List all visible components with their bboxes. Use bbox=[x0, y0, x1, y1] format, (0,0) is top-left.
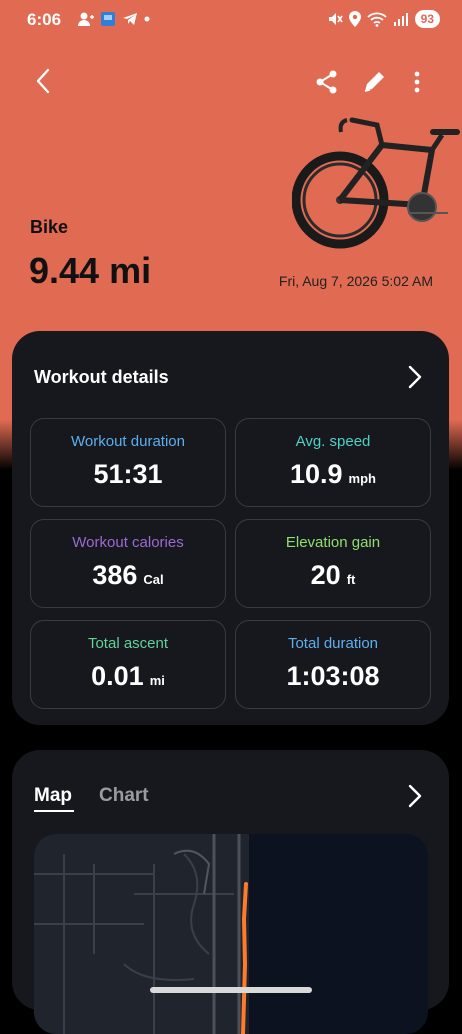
sport-type: Bike bbox=[30, 217, 69, 237]
telegram-icon bbox=[123, 13, 137, 25]
route-card: Map Chart bbox=[12, 750, 449, 1034]
tile-label: Elevation gain bbox=[285, 534, 381, 551]
chevron-right-icon[interactable] bbox=[405, 782, 425, 810]
tile-value: 0.01 mi bbox=[31, 661, 225, 692]
back-arrow-icon[interactable] bbox=[30, 66, 58, 96]
unit-text: mph bbox=[348, 471, 376, 486]
tile-value: 386 Cal bbox=[31, 560, 225, 591]
tile-total-duration: Total duration 1:03:08 bbox=[235, 620, 431, 709]
status-bar: 6:06 93 bbox=[0, 0, 462, 40]
tile-total-ascent: Total ascent 0.01 mi bbox=[30, 620, 226, 709]
workout-date: Fri, Aug 7, 2026 5:02 AM bbox=[278, 273, 433, 289]
card-title: Workout details bbox=[34, 367, 169, 387]
status-time: 6:06 bbox=[27, 10, 62, 29]
value-text: 1:03:08 bbox=[286, 661, 380, 691]
share-icon[interactable] bbox=[313, 68, 341, 96]
tile-label: Workout calories bbox=[72, 534, 184, 551]
bike-illustration bbox=[292, 117, 460, 249]
tab-chart[interactable]: Chart bbox=[99, 785, 149, 807]
tile-label: Total ascent bbox=[87, 635, 169, 652]
tile-value: 10.9 mph bbox=[236, 459, 430, 490]
edit-icon[interactable] bbox=[360, 68, 388, 96]
chevron-right-icon[interactable] bbox=[405, 363, 425, 391]
gallery-notification-icon bbox=[101, 12, 115, 26]
tile-label: Workout duration bbox=[71, 433, 185, 450]
tile-value: 20 ft bbox=[236, 560, 430, 591]
active-tab-indicator bbox=[34, 810, 74, 812]
tile-value: 1:03:08 bbox=[236, 661, 430, 692]
tile-label: Total duration bbox=[287, 635, 379, 652]
tile-workout-calories: Workout calories 386 Cal bbox=[30, 519, 226, 608]
value-text: 51:31 bbox=[93, 459, 163, 489]
more-options-icon[interactable] bbox=[405, 68, 429, 96]
unit-text: Cal bbox=[143, 572, 164, 587]
tile-value: 51:31 bbox=[31, 459, 225, 490]
mute-icon bbox=[328, 13, 343, 25]
total-distance: 9.44 mi bbox=[29, 250, 152, 291]
unit-text: ft bbox=[346, 572, 356, 587]
home-indicator[interactable] bbox=[150, 987, 312, 993]
route-map[interactable] bbox=[34, 834, 428, 1034]
tile-workout-duration: Workout duration 51:31 bbox=[30, 418, 226, 507]
tab-map[interactable]: Map bbox=[34, 785, 72, 807]
unit-text: mi bbox=[149, 673, 165, 688]
value-text: 0.01 bbox=[91, 661, 144, 691]
tile-label: Avg. speed bbox=[295, 433, 371, 450]
value-text: 10.9 bbox=[289, 459, 343, 489]
battery-indicator: 93 bbox=[414, 10, 440, 28]
tile-elevation-gain: Elevation gain 20 ft bbox=[235, 519, 431, 608]
value-text: 20 bbox=[310, 560, 341, 590]
workout-details-card[interactable]: Workout details Workout duration 51:31 A… bbox=[12, 331, 449, 725]
tile-avg-speed: Avg. speed 10.9 mph bbox=[235, 418, 431, 507]
wifi-icon bbox=[367, 12, 387, 27]
value-text: 386 bbox=[92, 560, 138, 590]
signal-icon bbox=[393, 13, 408, 26]
location-icon bbox=[348, 11, 361, 27]
map-streets bbox=[34, 834, 249, 1034]
dot-icon bbox=[144, 16, 150, 22]
contact-notification-icon bbox=[78, 12, 94, 26]
